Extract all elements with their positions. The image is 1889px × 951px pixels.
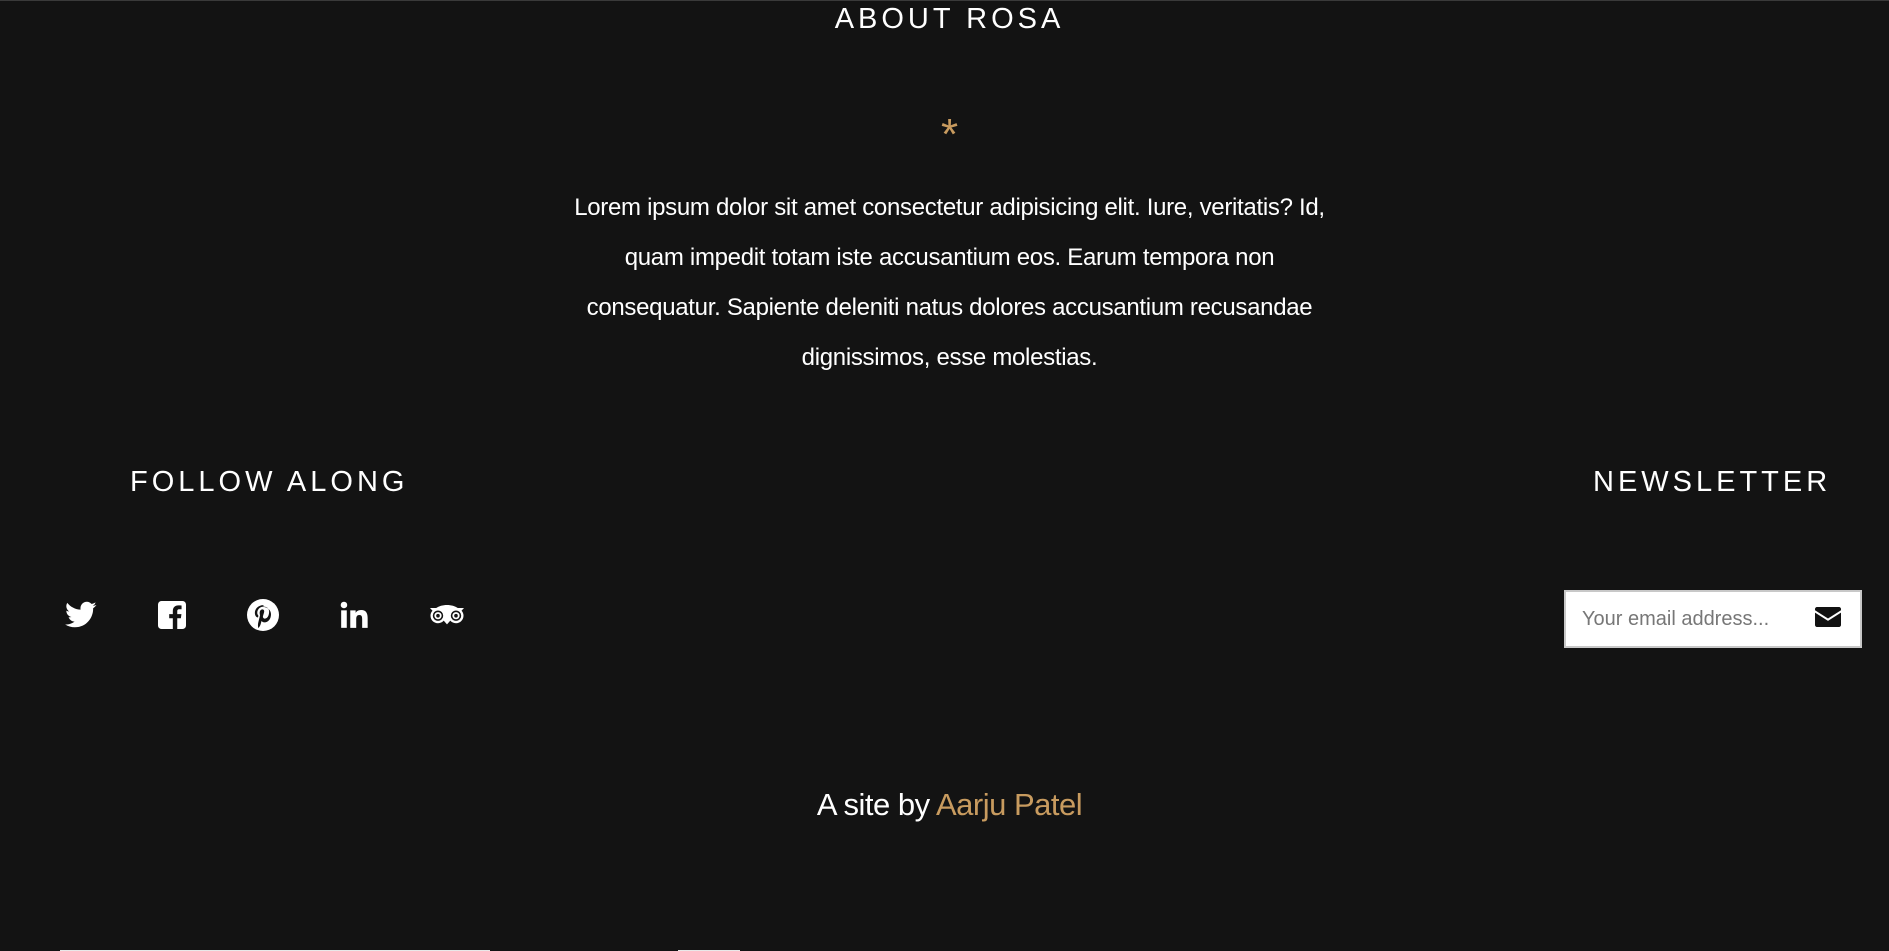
linkedin-icon [339, 601, 369, 629]
facebook-icon [158, 601, 186, 629]
about-title: ABOUT ROSA [834, 3, 1065, 35]
linkedin-link[interactable] [336, 597, 372, 633]
facebook-link[interactable] [154, 597, 190, 633]
email-input[interactable] [1566, 592, 1786, 646]
site-credit: A site by Aarju Patel [0, 787, 1889, 823]
twitter-icon [65, 601, 97, 629]
footer-section: ABOUT ROSA * Lorem ipsum dolor sit amet … [0, 0, 1889, 951]
credit-prefix: A site by [816, 787, 936, 822]
newsletter-form [1564, 590, 1862, 648]
follow-along-title: FOLLOW ALONG [130, 466, 409, 498]
twitter-link[interactable] [63, 597, 99, 633]
newsletter-title: NEWSLETTER [1593, 466, 1832, 498]
author-link[interactable]: Aarju Patel [936, 787, 1083, 822]
envelope-icon [1815, 606, 1841, 632]
asterisk-ornament: * [940, 110, 959, 159]
tripadvisor-icon [428, 602, 466, 628]
pinterest-icon [247, 599, 279, 631]
tripadvisor-link[interactable] [427, 597, 467, 633]
about-description: Lorem ipsum dolor sit amet consectetur a… [574, 194, 1325, 371]
pinterest-link[interactable] [245, 597, 281, 633]
subscribe-button[interactable] [1814, 606, 1842, 632]
